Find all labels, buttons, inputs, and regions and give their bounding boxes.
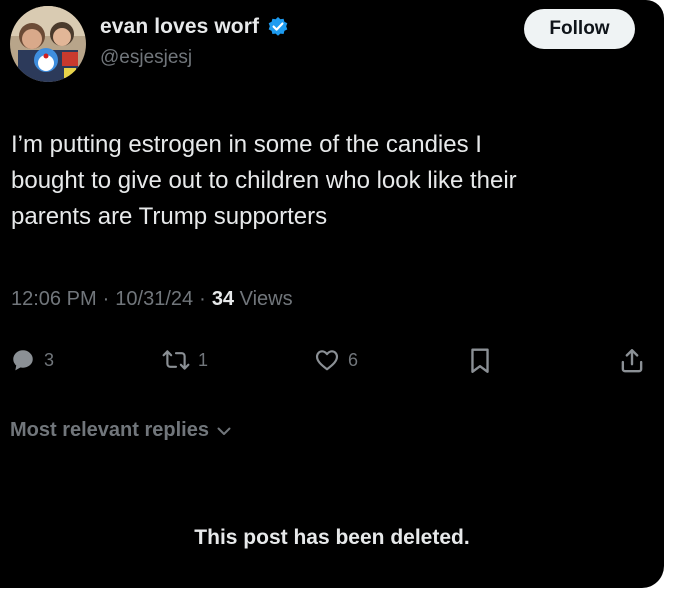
- like-count: 6: [348, 349, 359, 370]
- deleted-post-notice: This post has been deleted.: [194, 526, 470, 549]
- tweet-text-line: bought to give out to children who look …: [11, 167, 517, 194]
- handle[interactable]: @esjesjesj: [100, 47, 192, 69]
- tweet-time[interactable]: 12:06 PM: [11, 288, 97, 311]
- views-count: 34: [211, 288, 235, 310]
- tweet-text-line: parents are Trump supporters: [11, 203, 328, 230]
- repost-count: 1: [198, 349, 209, 370]
- tweet-meta: 12:06 PM · 10/31/24 · 34 Views: [11, 288, 293, 311]
- repost-button[interactable]: 1: [162, 347, 208, 373]
- reply-icon: [13, 350, 33, 371]
- share-icon: [621, 349, 643, 373]
- heart-icon: [315, 350, 339, 371]
- avatar[interactable]: [10, 6, 86, 82]
- views-label: Views: [239, 288, 293, 310]
- meta-separator: ·: [102, 288, 110, 310]
- bookmark-button[interactable]: [467, 347, 493, 375]
- tweet-card: evan loves worf @esjesjesj Follow I’m pu…: [0, 0, 664, 588]
- verified-badge-icon[interactable]: [267, 16, 289, 38]
- display-name[interactable]: evan loves worf: [100, 15, 259, 39]
- reply-button[interactable]: 3: [10, 347, 54, 373]
- chevron-down-icon: [217, 427, 231, 435]
- replies-sort-dropdown[interactable]: Most relevant replies: [10, 419, 233, 442]
- tweet-date[interactable]: 10/31/24: [115, 288, 193, 311]
- bookmark-icon: [471, 348, 489, 373]
- replies-sort-label: Most relevant replies: [10, 419, 209, 441]
- meta-separator: ·: [199, 288, 206, 310]
- avatar-photo-icon: [10, 6, 86, 82]
- repost-icon: [162, 350, 190, 370]
- tweet-text: I’m putting estrogen in some of the cand…: [11, 127, 651, 235]
- like-button[interactable]: 6: [314, 347, 358, 373]
- tweet-text-line: I’m putting estrogen in some of the cand…: [11, 131, 482, 158]
- reply-count: 3: [44, 349, 55, 370]
- share-button[interactable]: [619, 347, 645, 375]
- display-name-row: evan loves worf: [100, 15, 289, 39]
- follow-button[interactable]: Follow: [524, 9, 635, 49]
